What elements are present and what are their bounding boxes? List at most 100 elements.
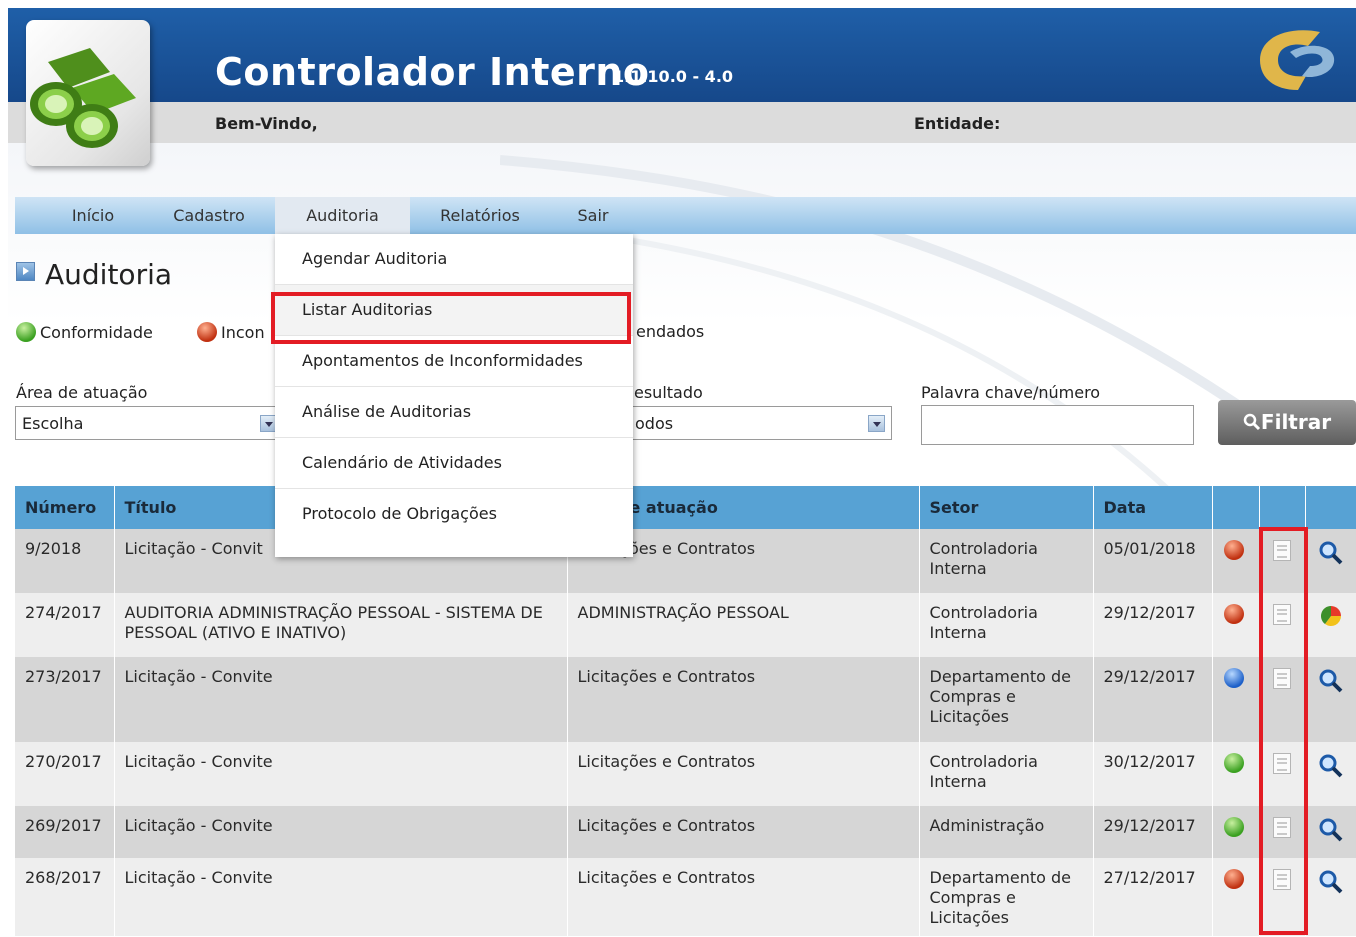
green-status-icon xyxy=(1223,753,1244,773)
cell-action xyxy=(1305,529,1356,593)
table-row[interactable]: 9/2018 Licitação - Convit Licitações e C… xyxy=(15,529,1356,593)
col-header-setor[interactable]: Setor xyxy=(919,486,1094,529)
legend-agendados: endados xyxy=(636,322,704,341)
green-status-icon xyxy=(1223,817,1244,837)
binoculars-icon xyxy=(30,48,136,148)
legend-agendados-label: endados xyxy=(636,322,705,341)
filter-button-label: Filtrar xyxy=(1260,410,1332,434)
cell-numero: 269/2017 xyxy=(15,806,115,858)
cell-titulo: Licitação - Convite xyxy=(114,742,568,806)
page-title-text: Auditoria xyxy=(45,258,173,291)
main-nav: Início Cadastro Auditoria Relatórios Sai… xyxy=(15,197,1356,234)
menu-item-analise-auditorias[interactable]: Análise de Auditorias xyxy=(275,387,633,438)
chevron-down-icon[interactable] xyxy=(868,415,885,432)
highlight-box-document-column xyxy=(1259,527,1308,935)
nav-item-relatorios[interactable]: Relatórios xyxy=(430,197,530,234)
binoculars-logo xyxy=(26,20,150,166)
keyword-input[interactable] xyxy=(921,405,1194,445)
cell-data: 29/12/2017 xyxy=(1093,657,1213,742)
keyword-label: Palavra chave/número xyxy=(921,383,1101,402)
cell-status xyxy=(1212,529,1260,593)
cell-data: 29/12/2017 xyxy=(1093,593,1213,657)
cell-titulo: AUDITORIA ADMINISTRAÇÃO PESSOAL - SISTEM… xyxy=(114,593,568,657)
area-atuacao-label: Área de atuação xyxy=(16,383,148,402)
cell-titulo: Licitação - Convite xyxy=(114,858,568,936)
header-banner xyxy=(8,8,1356,102)
cell-action xyxy=(1305,657,1356,742)
search-icon xyxy=(1243,413,1260,431)
cell-action xyxy=(1305,806,1356,858)
menu-item-protocolo[interactable]: Protocolo de Obrigações xyxy=(275,489,633,540)
legend-inconformidade-label: Incon xyxy=(221,323,265,342)
magnifier-icon[interactable] xyxy=(1318,869,1344,895)
welcome-text: Bem-Vindo, xyxy=(215,114,318,133)
arrow-bullet-icon xyxy=(16,262,35,281)
nav-item-inicio[interactable]: Início xyxy=(53,197,133,234)
cell-numero: 268/2017 xyxy=(15,858,115,936)
green-status-icon xyxy=(16,322,36,342)
company-logo-icon xyxy=(1260,30,1335,90)
area-atuacao-value: Escolha xyxy=(22,414,84,433)
auditoria-dropdown-menu: Agendar Auditoria Listar Auditorias Apon… xyxy=(275,234,633,557)
table-row[interactable]: 273/2017 Licitação - Convite Licitações … xyxy=(15,657,1356,742)
cell-status xyxy=(1212,593,1260,657)
col-header-status xyxy=(1212,486,1260,529)
table-row[interactable]: 270/2017 Licitação - Convite Licitações … xyxy=(15,742,1356,806)
cell-data: 29/12/2017 xyxy=(1093,806,1213,858)
cell-area: Licitações e Contratos xyxy=(567,858,920,936)
col-header-numero[interactable]: Número xyxy=(15,486,115,529)
magnifier-icon[interactable] xyxy=(1318,540,1344,566)
area-atuacao-select[interactable]: Escolha xyxy=(15,406,284,440)
cell-numero: 274/2017 xyxy=(15,593,115,657)
cell-action xyxy=(1305,593,1356,657)
cell-setor: Controladoria Interna xyxy=(919,529,1094,593)
magnifier-icon[interactable] xyxy=(1318,668,1344,694)
highlight-box-listar-auditorias xyxy=(271,292,631,344)
nav-item-cadastro[interactable]: Cadastro xyxy=(163,197,255,234)
cell-data: 30/12/2017 xyxy=(1093,742,1213,806)
cell-setor: Departamento de Compras e Licitações xyxy=(919,657,1094,742)
blue-status-icon xyxy=(1223,668,1244,688)
cell-titulo: Licitação - Convite xyxy=(114,806,568,858)
col-header-data[interactable]: Data xyxy=(1093,486,1213,529)
resultado-value: odos xyxy=(635,414,674,433)
legend-inconformidade: Incon xyxy=(197,322,265,342)
table-row[interactable]: 274/2017 AUDITORIA ADMINISTRAÇÃO PESSOAL… xyxy=(15,593,1356,657)
magnifier-icon[interactable] xyxy=(1318,753,1344,779)
cell-setor: Departamento de Compras e Licitações xyxy=(919,858,1094,936)
table-row[interactable]: 269/2017 Licitação - Convite Licitações … xyxy=(15,806,1356,858)
nav-item-sair[interactable]: Sair xyxy=(570,197,616,234)
table-header-row: Número Título e atuação Setor Data xyxy=(15,486,1356,529)
cell-area: Licitações e Contratos xyxy=(567,742,920,806)
col-header-action xyxy=(1305,486,1356,529)
legend-conformidade: Conformidade xyxy=(16,322,153,342)
cell-data: 05/01/2018 xyxy=(1093,529,1213,593)
cell-status xyxy=(1212,858,1260,936)
cell-area: Licitações e Contratos xyxy=(567,657,920,742)
cell-action xyxy=(1305,858,1356,936)
cell-area: Licitações e Contratos xyxy=(567,806,920,858)
red-status-icon xyxy=(1223,604,1244,624)
auditorias-table: Número Título e atuação Setor Data 9/201… xyxy=(15,486,1356,936)
cell-numero: 270/2017 xyxy=(15,742,115,806)
app-title: Controlador Interno xyxy=(215,50,650,94)
menu-item-agendar-auditoria[interactable]: Agendar Auditoria xyxy=(275,234,633,285)
cell-status xyxy=(1212,742,1260,806)
app-version: 1.1.10.0 - 4.0 xyxy=(613,67,734,86)
cell-status xyxy=(1212,657,1260,742)
table-row[interactable]: 268/2017 Licitação - Convite Licitações … xyxy=(15,858,1356,936)
nav-item-auditoria[interactable]: Auditoria xyxy=(275,197,410,234)
red-status-icon xyxy=(197,322,217,342)
filter-button[interactable]: Filtrar xyxy=(1218,400,1356,445)
cell-setor: Administração xyxy=(919,806,1094,858)
entity-label: Entidade: xyxy=(914,114,1001,133)
cell-action xyxy=(1305,742,1356,806)
cell-area: ADMINISTRAÇÃO PESSOAL xyxy=(567,593,920,657)
resultado-select[interactable]: odos xyxy=(625,406,892,440)
pie-chart-icon[interactable] xyxy=(1319,604,1343,628)
cell-titulo: Licitação - Convite xyxy=(114,657,568,742)
legend-conformidade-label: Conformidade xyxy=(40,323,153,342)
red-status-icon xyxy=(1223,540,1244,560)
menu-item-calendario[interactable]: Calendário de Atividades xyxy=(275,438,633,489)
magnifier-icon[interactable] xyxy=(1318,817,1344,843)
